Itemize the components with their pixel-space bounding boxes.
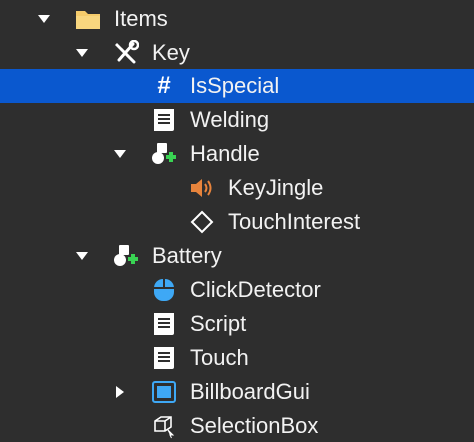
tree-row-clickdetector[interactable]: ClickDetector bbox=[0, 273, 474, 307]
tree-row-battery[interactable]: Battery bbox=[0, 239, 474, 273]
mouse-icon bbox=[154, 279, 174, 301]
tree-row-label: ClickDetector bbox=[190, 277, 321, 302]
script-icon bbox=[154, 109, 174, 131]
part-add-icon bbox=[114, 245, 138, 266]
diamond-icon bbox=[190, 210, 214, 234]
tree-row-label: Handle bbox=[190, 141, 260, 166]
tree-row-selectionbox[interactable]: SelectionBox bbox=[0, 409, 474, 442]
billboard-icon bbox=[152, 381, 176, 403]
tree-row-keyjingle[interactable]: KeyJingle bbox=[0, 171, 474, 205]
tree-row-label: TouchInterest bbox=[228, 209, 361, 234]
tree-row-items[interactable]: Items bbox=[0, 2, 474, 36]
tree-row-label: Battery bbox=[152, 243, 222, 268]
expand-arrow-icon[interactable] bbox=[74, 248, 90, 264]
tree-row-touchinterest[interactable]: TouchInterest bbox=[0, 205, 474, 239]
tree-row-welding[interactable]: Welding bbox=[0, 103, 474, 137]
tree-row-key[interactable]: Key bbox=[0, 36, 474, 70]
tree-row-handle[interactable]: Handle bbox=[0, 137, 474, 171]
collapse-arrow-icon[interactable] bbox=[112, 384, 128, 400]
tree-row-label: Touch bbox=[190, 345, 249, 370]
tree-row-label: Script bbox=[190, 311, 247, 336]
tree-row-label: Items bbox=[114, 6, 168, 31]
tree-row-isspecial[interactable]: # IsSpecial bbox=[0, 69, 474, 103]
expand-arrow-icon[interactable] bbox=[74, 45, 90, 61]
folder-icon bbox=[76, 11, 100, 29]
hash-icon: # bbox=[157, 72, 171, 99]
expand-arrow-icon[interactable] bbox=[36, 11, 52, 27]
part-add-icon bbox=[152, 143, 176, 164]
tree-row-label: SelectionBox bbox=[190, 413, 319, 438]
tree-row-label: Key bbox=[152, 40, 190, 65]
sound-icon bbox=[191, 179, 212, 197]
selection-box-icon bbox=[154, 416, 175, 439]
tree-row-script[interactable]: Script bbox=[0, 307, 474, 341]
tools-icon bbox=[115, 40, 139, 64]
expand-arrow-icon[interactable] bbox=[112, 146, 128, 162]
tree-row-label: BillboardGui bbox=[190, 379, 310, 404]
script-icon bbox=[154, 347, 174, 369]
tree-row-label: IsSpecial bbox=[190, 73, 280, 98]
explorer-tree: Items Key # IsSpecial Welding Handle Key… bbox=[0, 0, 474, 442]
tree-row-label: KeyJingle bbox=[228, 175, 324, 200]
tree-row-touch[interactable]: Touch bbox=[0, 341, 474, 375]
tree-row-label: Welding bbox=[190, 107, 270, 132]
tree-row-billboardgui[interactable]: BillboardGui bbox=[0, 375, 474, 409]
script-icon bbox=[154, 313, 174, 335]
